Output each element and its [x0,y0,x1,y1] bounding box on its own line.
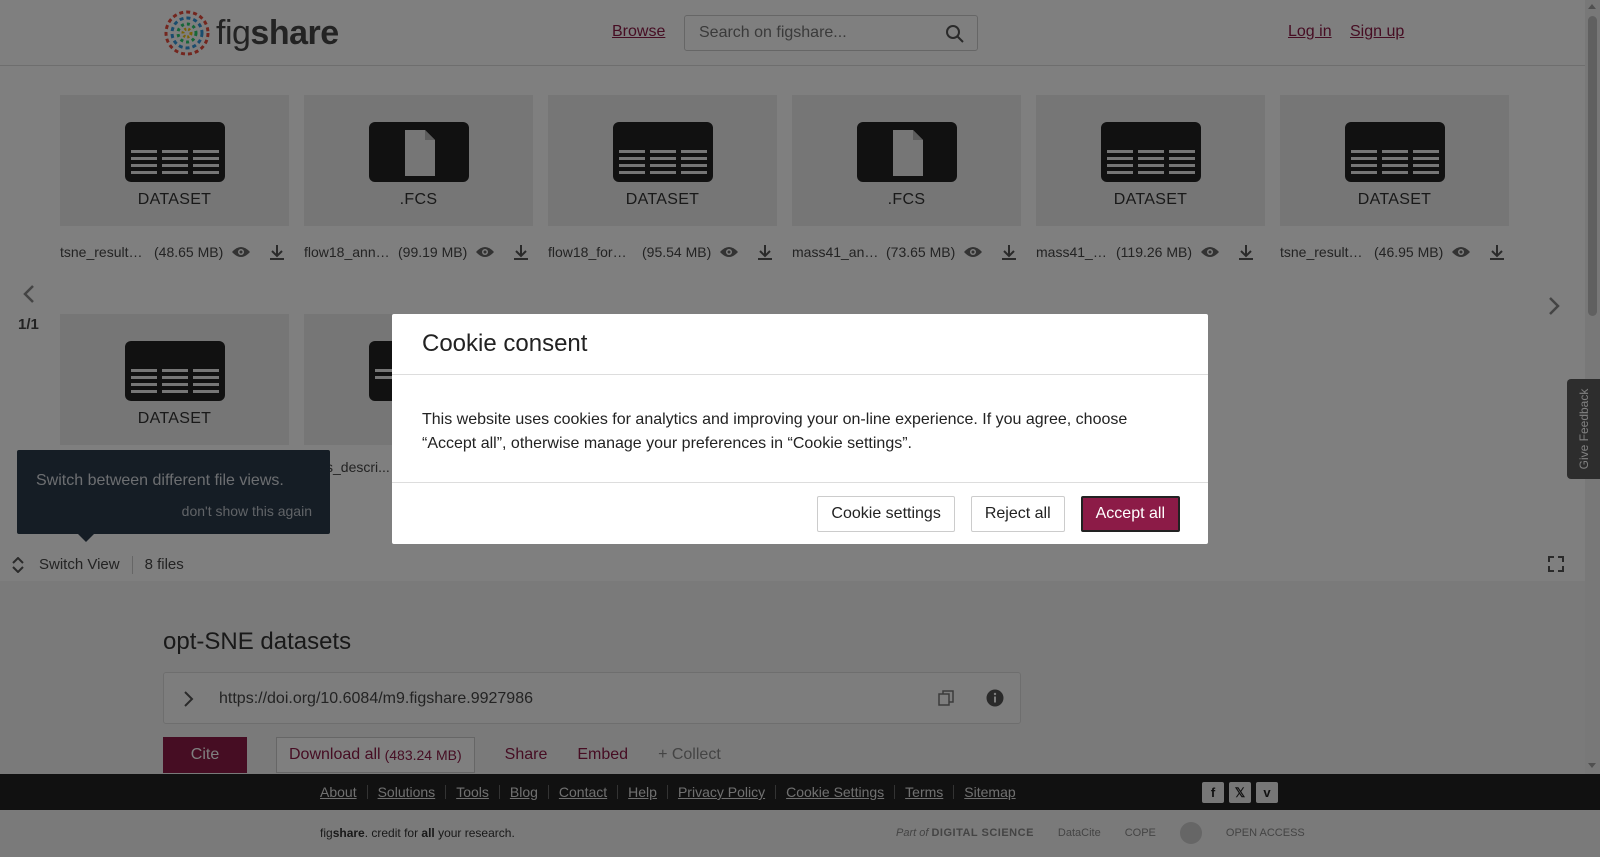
cookie-settings-button[interactable]: Cookie settings [817,495,955,532]
cookie-consent-dialog: Cookie consent This website uses cookies… [392,314,1208,544]
cookie-dialog-actions: Cookie settings Reject all Accept all [392,483,1208,544]
cookie-dialog-body: This website uses cookies for analytics … [392,375,1208,483]
accept-all-button[interactable]: Accept all [1080,495,1180,532]
reject-all-button[interactable]: Reject all [970,495,1065,532]
cookie-dialog-title: Cookie consent [392,314,1208,375]
